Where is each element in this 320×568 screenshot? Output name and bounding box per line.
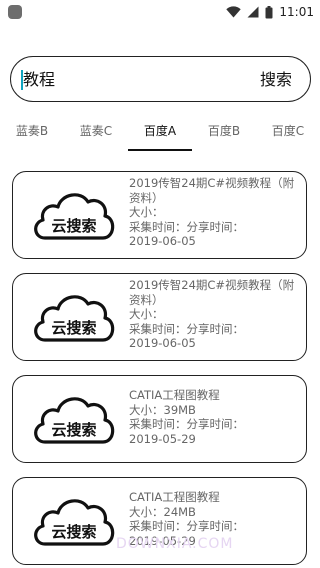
cellular-signal-icon	[247, 6, 259, 18]
cloud-search-logo-icon: 云搜索	[34, 397, 115, 444]
tab-baidu-c[interactable]: 百度C	[258, 116, 318, 152]
wifi-icon	[226, 6, 242, 18]
result-date: 2019-06-05	[129, 336, 196, 350]
result-info: CATIA工程图教程 大小：39MB 采集时间：分享时间： 2019-05-29	[129, 388, 299, 446]
app-notification-icon	[8, 5, 22, 19]
result-title: CATIA工程图教程	[129, 388, 220, 402]
result-info: 2019传智24期C#视频教程（附资料） 大小： 采集时间：分享时间： 2019…	[129, 176, 299, 249]
status-time: 11:01	[279, 5, 314, 19]
svg-text:云搜索: 云搜索	[51, 421, 96, 439]
battery-icon	[265, 5, 273, 18]
result-card[interactable]: 云搜索 2019传智24期C#视频教程（附资料） 大小： 采集时间：分享时间： …	[12, 273, 307, 361]
cloud-search-logo-icon: 云搜索	[34, 295, 115, 342]
result-title: CATIA工程图教程	[129, 490, 220, 504]
result-size: 大小：39MB	[129, 402, 196, 417]
result-time: 采集时间：分享时间：	[129, 519, 244, 533]
result-time: 采集时间：分享时间：	[129, 321, 244, 336]
result-size: 大小：24MB	[129, 504, 196, 519]
search-button[interactable]: 搜索	[260, 67, 292, 93]
cloud-search-logo-icon: 云搜索	[34, 499, 115, 546]
tab-baidu-b[interactable]: 百度B	[194, 116, 254, 152]
status-bar: 11:01	[0, 0, 320, 24]
result-title: 2019传智24期C#视频教程（附资料）	[129, 278, 295, 307]
cloud-search-logo-icon: 云搜索	[34, 193, 115, 240]
result-date: 2019-05-29	[129, 431, 196, 446]
result-size: 大小：	[129, 307, 164, 321]
result-time: 采集时间：分享时间：	[129, 417, 244, 431]
watermark: DOWNXIA.COM	[116, 536, 234, 552]
tab-lanzou-c[interactable]: 蓝奏C	[66, 116, 126, 152]
result-title: 2019传智24期C#视频教程（附资料）	[129, 176, 295, 205]
search-input[interactable]: 教程	[23, 67, 243, 93]
tab-lanzou-b[interactable]: 蓝奏B	[2, 116, 62, 152]
source-tabs: 蓝奏B 蓝奏C 百度A 百度B 百度C	[0, 116, 320, 152]
result-size: 大小：	[129, 205, 164, 219]
result-card[interactable]: 云搜索 2019传智24期C#视频教程（附资料） 大小： 采集时间：分享时间： …	[12, 171, 307, 259]
result-info: 2019传智24期C#视频教程（附资料） 大小： 采集时间：分享时间： 2019…	[129, 278, 299, 351]
active-tab-indicator	[128, 149, 192, 151]
tab-baidu-a[interactable]: 百度A	[130, 116, 190, 152]
status-icons: 11:01	[226, 3, 314, 21]
result-date: 2019-06-05	[129, 234, 196, 248]
result-time: 采集时间：分享时间：	[129, 219, 244, 234]
search-bar: 教程 搜索	[10, 56, 311, 102]
svg-text:云搜索: 云搜索	[51, 319, 96, 337]
svg-text:云搜索: 云搜索	[51, 523, 96, 541]
svg-text:云搜索: 云搜索	[51, 217, 96, 235]
result-card[interactable]: 云搜索 CATIA工程图教程 大小：39MB 采集时间：分享时间： 2019-0…	[12, 375, 307, 463]
